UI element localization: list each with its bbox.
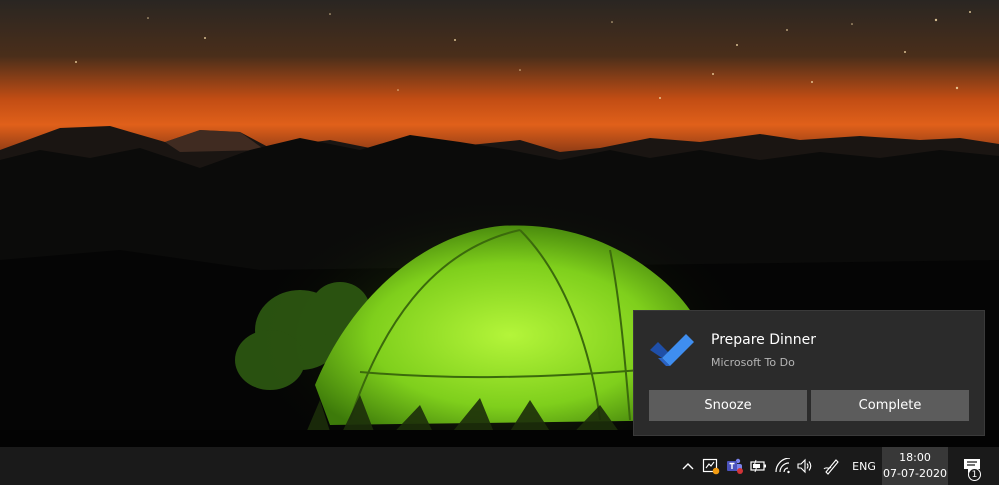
pen-workspace-icon[interactable] [820, 447, 842, 485]
battery-icon[interactable] [748, 447, 770, 485]
volume-icon[interactable] [795, 447, 817, 485]
show-hidden-icons-chevron-icon[interactable] [678, 447, 698, 485]
toast-notification[interactable]: Prepare Dinner Microsoft To Do Snooze Co… [633, 310, 985, 436]
wifi-icon[interactable] [772, 447, 794, 485]
microsoft-teams-icon[interactable] [724, 447, 746, 485]
taskbar: ENG 18:00 07-07-2020 [0, 447, 999, 485]
security-alert-icon[interactable] [700, 447, 722, 485]
notification-count-badge: 1 [968, 468, 981, 481]
clock-time: 18:00 [899, 451, 931, 464]
clock-date: 07-07-2020 [883, 467, 947, 480]
notification-title: Prepare Dinner [711, 332, 817, 348]
notification-app-name: Microsoft To Do [711, 356, 795, 369]
clock[interactable]: 18:00 07-07-2020 [882, 447, 948, 485]
snooze-button[interactable]: Snooze [649, 390, 807, 421]
complete-button[interactable]: Complete [811, 390, 969, 421]
microsoft-todo-checkmark-icon [648, 331, 696, 369]
language-indicator[interactable]: ENG [848, 447, 880, 485]
